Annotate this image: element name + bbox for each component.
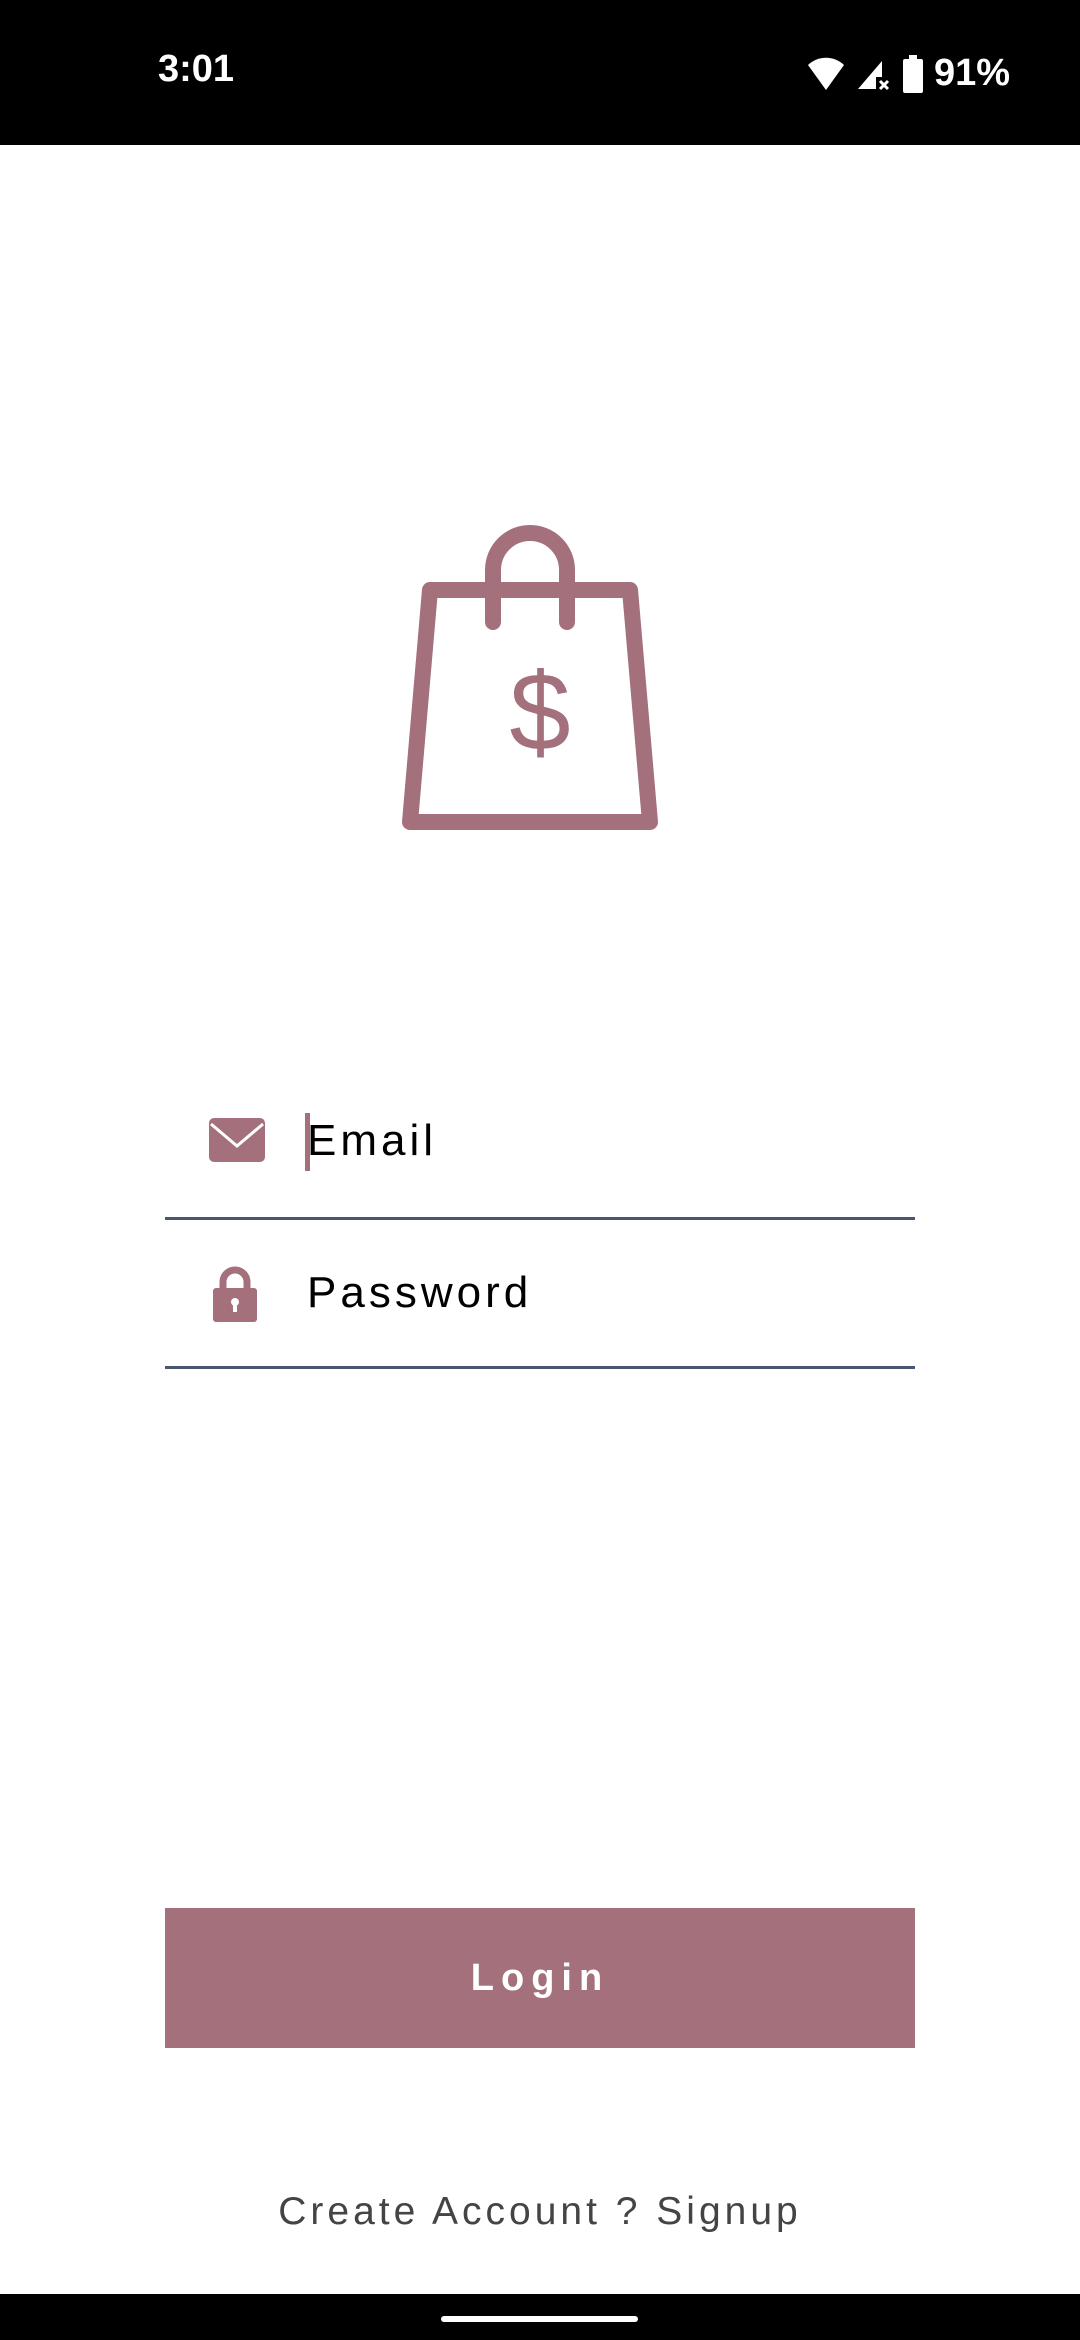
battery-percent: 91% (933, 52, 1010, 94)
email-field[interactable]: Email (165, 1110, 915, 1220)
lock-icon (213, 1266, 257, 1322)
signal-no-sim-icon (857, 60, 889, 90)
shopping-bag-logo-icon: $ (402, 525, 658, 830)
navigation-bar (0, 2294, 1080, 2340)
signup-link[interactable]: Create Account ? Signup (0, 2190, 1080, 2234)
home-gesture-handle[interactable] (441, 2316, 638, 2322)
email-placeholder: Email (307, 1116, 438, 1165)
envelope-icon (209, 1118, 265, 1162)
status-icons: 91% (806, 52, 1010, 95)
password-field[interactable]: Password (165, 1260, 915, 1369)
login-button[interactable]: Login (165, 1908, 915, 2048)
svg-text:$: $ (509, 651, 570, 774)
status-bar: 3:01 91% (0, 0, 1080, 145)
wifi-icon (807, 57, 844, 90)
password-placeholder: Password (307, 1268, 533, 1317)
battery-icon (902, 54, 923, 93)
status-time: 3:01 (158, 48, 235, 90)
